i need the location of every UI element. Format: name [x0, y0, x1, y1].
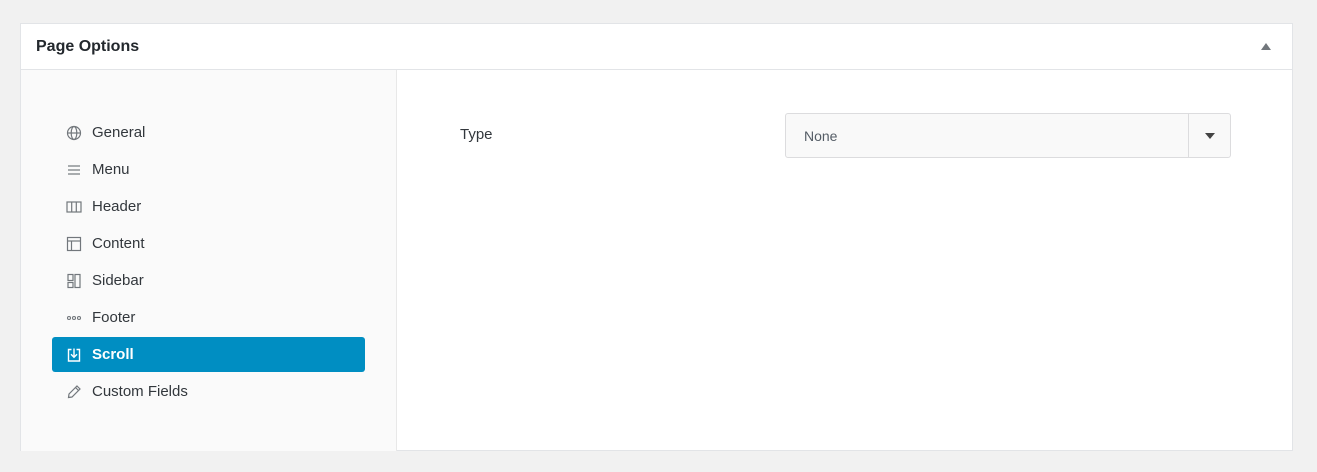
caret-down-icon: [1204, 132, 1215, 139]
sidebar-item-sidebar[interactable]: Sidebar: [52, 263, 365, 298]
sidebar-item-general[interactable]: General: [52, 115, 365, 150]
sidebar-item-header[interactable]: Header: [52, 189, 365, 224]
sidebar-item-label: General: [92, 124, 146, 141]
sidebar-icon: [66, 273, 82, 289]
download-box-icon: [66, 347, 82, 363]
type-label: Type: [460, 126, 493, 143]
sidebar-item-label: Sidebar: [92, 272, 144, 289]
sidebar-item-label: Footer: [92, 309, 136, 326]
options-content: Type None: [397, 70, 1292, 451]
layout-icon: [66, 236, 82, 252]
menu-icon: [66, 162, 82, 178]
sidebar-item-label: Custom Fields: [92, 383, 188, 400]
sidebar-item-label: Menu: [92, 161, 130, 178]
page-options-panel: Page Options General Menu Header Content…: [20, 23, 1293, 451]
panel-header: Page Options: [21, 24, 1292, 70]
type-select-arrow[interactable]: [1188, 114, 1230, 157]
triangle-up-icon: [1261, 43, 1271, 50]
sidebar-item-content[interactable]: Content: [52, 226, 365, 261]
sidebar-item-custom-fields[interactable]: Custom Fields: [52, 374, 365, 409]
sidebar-item-label: Content: [92, 235, 145, 252]
panel-title: Page Options: [36, 37, 140, 55]
sidebar-item-scroll[interactable]: Scroll: [52, 337, 365, 372]
sidebar-item-label: Header: [92, 198, 142, 215]
globe-icon: [66, 125, 82, 141]
sidebar-item-menu[interactable]: Menu: [52, 152, 365, 187]
sidebar-item-label: Scroll: [92, 346, 134, 363]
dots-icon: [66, 310, 82, 326]
panel-body: General Menu Header Content Sidebar Foot…: [21, 70, 1292, 451]
panel-toggle-button[interactable]: [1256, 37, 1276, 57]
type-select[interactable]: None: [785, 113, 1231, 158]
type-select-value: None: [804, 127, 838, 144]
pencil-icon: [66, 384, 82, 400]
options-sidebar: General Menu Header Content Sidebar Foot…: [21, 70, 397, 451]
columns-icon: [66, 199, 82, 215]
sidebar-item-footer[interactable]: Footer: [52, 300, 365, 335]
